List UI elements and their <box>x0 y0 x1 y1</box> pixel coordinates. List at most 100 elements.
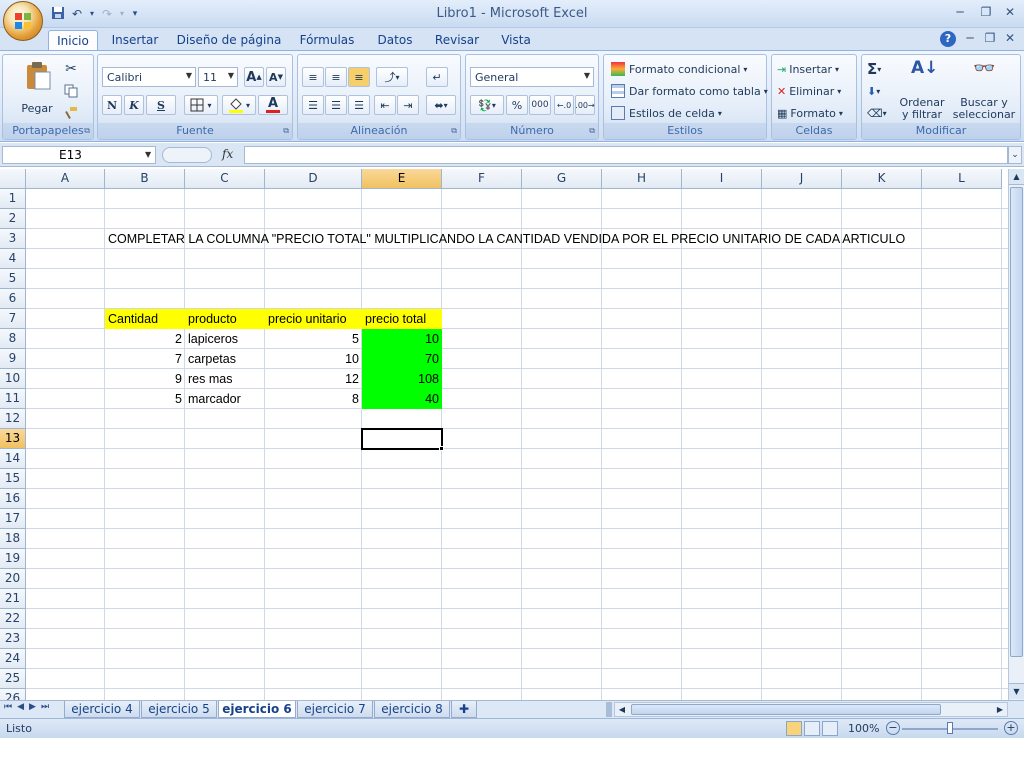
font-name-combo[interactable]: Calibri ▼ <box>102 67 196 87</box>
merge-center-icon[interactable]: ⬌ ▾ <box>426 95 456 115</box>
tab-revisar[interactable]: Revisar <box>430 30 484 50</box>
tab-formulas[interactable]: Fórmulas <box>295 30 359 50</box>
font-size-combo[interactable]: 11 ▼ <box>198 67 238 87</box>
sort-filter-button[interactable]: A↓ Ordenar y filtrar <box>896 58 948 122</box>
cell-precio-total[interactable]: 10 <box>362 329 442 349</box>
name-box[interactable]: E13 <box>2 146 156 164</box>
cell-precio-unitario[interactable]: 10 <box>265 349 362 369</box>
header-precio-unitario[interactable]: precio unitario <box>265 309 362 329</box>
tab-datos[interactable]: Datos <box>372 30 418 50</box>
dialog-launcher-icon[interactable]: ⧉ <box>84 126 90 136</box>
cell-cantidad[interactable]: 2 <box>105 329 185 349</box>
align-top-icon[interactable]: ≡ <box>302 67 324 87</box>
tab-split-handle[interactable] <box>606 702 612 717</box>
underline-button[interactable]: S <box>146 95 176 115</box>
column-header[interactable]: L <box>922 169 1002 189</box>
name-box-dropdown-icon[interactable]: ▼ <box>145 150 151 159</box>
row-header[interactable]: 17 <box>0 509 26 529</box>
close-button[interactable]: ✕ <box>1000 4 1020 20</box>
row-header[interactable]: 11 <box>0 389 26 409</box>
sheet-tab[interactable]: ejercicio 8 <box>374 701 450 718</box>
row-header[interactable]: 2 <box>0 209 26 229</box>
scroll-left-icon[interactable]: ◀ <box>615 703 629 716</box>
horizontal-scrollbar[interactable]: ◀ ▶ <box>614 702 1008 717</box>
align-right-icon[interactable]: ☰ <box>348 95 370 115</box>
italic-button[interactable]: K <box>124 95 144 115</box>
thousands-button[interactable]: 000 <box>529 95 551 115</box>
percent-button[interactable]: % <box>506 95 528 115</box>
column-header[interactable]: J <box>762 169 842 189</box>
column-header[interactable]: A <box>26 169 105 189</box>
column-header[interactable]: G <box>522 169 602 189</box>
row-header[interactable]: 14 <box>0 449 26 469</box>
cell-precio-unitario[interactable]: 12 <box>265 369 362 389</box>
row-header[interactable]: 22 <box>0 609 26 629</box>
cell-cantidad[interactable]: 5 <box>105 389 185 409</box>
bold-button[interactable]: N <box>102 95 122 115</box>
format-painter-icon[interactable] <box>61 104 81 122</box>
row-header[interactable]: 12 <box>0 409 26 429</box>
row-header[interactable]: 3 <box>0 229 26 249</box>
tab-inicio[interactable]: Inicio <box>48 30 98 50</box>
horizontal-scroll-thumb[interactable] <box>631 704 941 715</box>
expand-formula-bar-icon[interactable]: ⌄ <box>1008 146 1022 164</box>
zoom-out-icon[interactable]: − <box>886 721 900 735</box>
cell-precio-unitario[interactable]: 5 <box>265 329 362 349</box>
row-header[interactable]: 21 <box>0 589 26 609</box>
dialog-launcher-icon[interactable]: ⧉ <box>283 126 289 136</box>
cut-icon[interactable]: ✂ <box>61 60 81 78</box>
row-header[interactable]: 5 <box>0 269 26 289</box>
row-header[interactable]: 10 <box>0 369 26 389</box>
column-header[interactable]: C <box>185 169 265 189</box>
column-header[interactable]: F <box>442 169 522 189</box>
scroll-up-icon[interactable]: ▲ <box>1009 169 1024 185</box>
dialog-launcher-icon[interactable]: ⧉ <box>589 126 595 136</box>
sheet-tab[interactable]: ejercicio 7 <box>297 701 373 718</box>
orientation-icon[interactable]: ⤴ ▾ <box>376 67 408 87</box>
header-precio-total[interactable]: precio total <box>362 309 442 329</box>
row-header[interactable]: 20 <box>0 569 26 589</box>
tab-insertar[interactable]: Insertar <box>106 30 164 50</box>
zoom-in-icon[interactable]: + <box>1004 721 1018 735</box>
accounting-format-icon[interactable]: 💱 ▾ <box>470 95 504 115</box>
workbook-restore-button[interactable]: ❐ <box>980 30 1000 46</box>
scroll-down-icon[interactable]: ▼ <box>1009 683 1024 699</box>
decrease-indent-icon[interactable]: ⇤ <box>374 95 396 115</box>
cell-precio-total[interactable]: 70 <box>362 349 442 369</box>
format-cells-button[interactable]: ▦ Formato ▾ <box>776 104 844 122</box>
column-header[interactable]: E <box>362 169 442 189</box>
increase-indent-icon[interactable]: ⇥ <box>397 95 419 115</box>
row-header[interactable]: 7 <box>0 309 26 329</box>
vertical-scroll-thumb[interactable] <box>1010 187 1023 657</box>
row-header[interactable]: 8 <box>0 329 26 349</box>
worksheet-grid[interactable]: ABCDEFGHIJKL 1 2 3 4 5 6 7 8 9 10 11 12 13 14 15 16 17 18… <box>0 169 1008 700</box>
tab-vista[interactable]: Vista <box>496 30 536 50</box>
row-header[interactable]: 19 <box>0 549 26 569</box>
increase-decimal-icon[interactable]: ←.0 <box>554 95 574 115</box>
minimize-button[interactable]: ─ <box>950 4 970 20</box>
row-header[interactable]: 1 <box>0 189 26 209</box>
select-all-corner[interactable] <box>0 169 26 189</box>
decrease-decimal-icon[interactable]: .00→ <box>575 95 595 115</box>
cell-cantidad[interactable]: 7 <box>105 349 185 369</box>
normal-view-icon[interactable] <box>786 721 802 736</box>
grow-font-icon[interactable]: A ▲ <box>244 67 264 87</box>
autosum-icon[interactable]: Σ ▾ <box>866 60 894 78</box>
font-color-button[interactable]: A <box>258 95 288 115</box>
sheet-nav-arrows-icon[interactable]: ⏮◀▶⏭ <box>4 702 54 712</box>
row-header[interactable]: 23 <box>0 629 26 649</box>
delete-cells-button[interactable]: ✕ Eliminar ▾ <box>776 82 842 100</box>
formula-input[interactable] <box>244 146 1008 164</box>
zoom-slider-thumb[interactable] <box>947 722 953 734</box>
header-producto[interactable]: producto <box>185 309 265 329</box>
active-cell-selection[interactable] <box>361 428 443 450</box>
dialog-launcher-icon[interactable]: ⧉ <box>451 126 457 136</box>
fill-icon[interactable]: ⬇ ▾ <box>866 82 894 100</box>
cell-styles-button[interactable]: Estilos de celda ▾ <box>610 104 723 122</box>
sheet-tab-active[interactable]: ejercicio 6 <box>218 701 296 718</box>
column-header[interactable]: B <box>105 169 185 189</box>
sheet-tab[interactable]: ejercicio 5 <box>141 701 217 718</box>
row-header[interactable]: 13 <box>0 429 26 449</box>
column-header[interactable]: K <box>842 169 922 189</box>
row-header[interactable]: 18 <box>0 529 26 549</box>
